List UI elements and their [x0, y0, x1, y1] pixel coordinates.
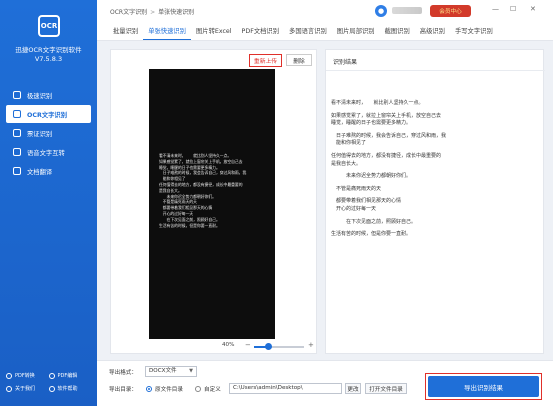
- export-dir-label: 导出目录：: [109, 387, 137, 393]
- app-version: V7.5.8.3: [34, 55, 63, 63]
- result-text-line: 任何值得去的地方，都没有捷径，成长中最重要的: [331, 152, 442, 159]
- pdf-convert-link[interactable]: PDF转换: [6, 372, 49, 379]
- result-text-line: 都要带着我们相见那天的心情: [331, 198, 402, 205]
- info-icon: [6, 385, 12, 392]
- open-folder-button[interactable]: 打开文件目录: [365, 383, 407, 394]
- zoom-out-icon[interactable]: −: [245, 341, 251, 349]
- feature-tabs: 批量识别 单张快速识别 图片转Excel PDF文档识别 多国语言识别 图片局部…: [97, 22, 553, 41]
- sidebar-item-ocr[interactable]: OCR文字识别: [6, 105, 91, 123]
- sidebar-item-voice[interactable]: 语音文字互转: [6, 143, 91, 161]
- minimize-button[interactable]: —: [492, 5, 499, 13]
- ocr-icon: [13, 110, 21, 118]
- breadcrumb-separator: >: [150, 9, 156, 16]
- export-format-value: DOCX文件: [149, 368, 177, 374]
- vip-center-button[interactable]: 会员中心: [430, 5, 471, 17]
- ticket-icon: [13, 129, 21, 137]
- tab-handwriting[interactable]: 手写文字识别: [450, 22, 498, 40]
- tab-advanced[interactable]: 高级识别: [415, 22, 450, 40]
- chevron-down-icon: ▼: [189, 368, 193, 374]
- app-name: 迅捷OCR文字识别软件: [15, 46, 82, 54]
- image-text-line: 生活有苦的时候，但是你要一直耐。: [159, 222, 220, 228]
- export-format-select[interactable]: DOCX文件 ▼: [145, 366, 197, 377]
- username[interactable]: [392, 7, 422, 14]
- tab-partial[interactable]: 图片局部识别: [332, 22, 380, 40]
- tab-batch[interactable]: 批量识别: [108, 22, 143, 40]
- export-path-input[interactable]: C:\Users\admin\Desktop\: [229, 383, 342, 394]
- sidebar-nav: 极速识别 OCR文字识别 票证识别 语音文字互转 文档翻译: [6, 86, 91, 181]
- pdf-edit-icon: [48, 372, 55, 379]
- translate-icon: [13, 167, 21, 175]
- link-label: 软件帮助: [57, 386, 78, 392]
- sidebar: OCR 迅捷OCR文字识别软件 V7.5.8.3 极速识别 OCR文字识别 票证…: [0, 0, 97, 406]
- help-icon: [48, 385, 55, 392]
- breadcrumb: OCR文字识别 > 单张快速识别: [110, 7, 194, 16]
- result-text-line: 看不清未来时， 就比别人坚持久一点。: [331, 100, 424, 106]
- close-button[interactable]: ✕: [530, 5, 536, 13]
- image-preview-panel: 重新上传 删除 看不清未来时， 就比别人坚持久一点。 如果感觉累了，就拉上窗帘关上…: [110, 49, 317, 354]
- result-text-line: 开心的过好每一天: [331, 205, 377, 212]
- delete-button[interactable]: 删除: [286, 54, 312, 66]
- sidebar-item-ticket[interactable]: 票证识别: [6, 124, 91, 142]
- sidebar-item-quick[interactable]: 极速识别: [6, 86, 91, 104]
- pdf-convert-icon: [6, 372, 12, 379]
- result-text-line: 未来你迟全势力都朝好你们。: [331, 173, 412, 180]
- zoom-control: 40% − +: [112, 341, 322, 352]
- result-text-line: 能和你相见了: [331, 140, 367, 147]
- link-label: 关于我们: [15, 386, 36, 392]
- maximize-button[interactable]: ☐: [510, 5, 516, 13]
- tab-screenshot[interactable]: 截图识别: [380, 22, 415, 40]
- uploaded-image: 看不清未来时， 就比别人坚持久一点。 如果感觉累了，就拉上窗帘关上手机，放空自己去…: [149, 69, 275, 339]
- result-text-line: 在下次见面之前，照顾好自己。: [331, 218, 417, 225]
- sidebar-item-label: 语音文字互转: [27, 149, 65, 157]
- lightning-icon: [13, 91, 21, 99]
- change-dir-button[interactable]: 更改: [345, 383, 361, 394]
- result-text-line: 睡觉，睡醒的日子也需要更多精力。: [331, 120, 412, 127]
- export-bar: 导出格式： DOCX文件 ▼ 导出目录： 原文件目录 自定义 C:\Users\a…: [97, 360, 553, 406]
- export-format-label: 导出格式：: [109, 370, 137, 376]
- sidebar-item-translate[interactable]: 文档翻译: [6, 162, 91, 180]
- vip-label: 会员中心: [439, 9, 462, 15]
- result-panel: 识别结果 看不清未来时， 就比别人坚持久一点。 如果感觉累了，就拉上窗帘关上手机，…: [325, 49, 545, 354]
- result-text-line: 是我自长大。: [331, 160, 362, 167]
- tab-pdf[interactable]: PDF文档识别: [237, 22, 284, 40]
- sidebar-item-label: 文档翻译: [27, 168, 53, 176]
- divider: [326, 70, 545, 71]
- export-highlight: 导出识别结果: [425, 373, 542, 400]
- radio-custom-dir[interactable]: [195, 386, 201, 392]
- tab-single-quick[interactable]: 单张快速识别: [143, 22, 191, 40]
- result-text[interactable]: 看不清未来时， 就比别人坚持久一点。 如果感觉累了，就拉上窗帘关上手机，放空自己去…: [331, 100, 541, 239]
- sidebar-item-label: 极速识别: [27, 92, 53, 100]
- logo-text: OCR: [40, 22, 58, 30]
- radio-custom-label: 自定义: [204, 387, 221, 393]
- sidebar-item-label: 票证识别: [27, 130, 53, 138]
- zoom-level: 40%: [222, 342, 235, 348]
- pdf-edit-link[interactable]: PDF编辑: [48, 372, 92, 379]
- link-label: PDF转换: [15, 373, 35, 379]
- result-text-line: 不管是痛死雨天的天: [331, 185, 382, 192]
- sidebar-item-label: OCR文字识别: [27, 111, 68, 119]
- link-label: PDF编辑: [57, 373, 78, 379]
- reupload-button[interactable]: 重新上传: [249, 54, 282, 67]
- result-title: 识别结果: [333, 59, 358, 66]
- radio-original-label: 原文件目录: [155, 387, 183, 393]
- sidebar-bottom-links: PDF转换 PDF编辑 关于我们 软件帮助: [6, 372, 91, 392]
- breadcrumb-current: 单张快速识别: [158, 9, 195, 16]
- help-link[interactable]: 软件帮助: [48, 385, 92, 392]
- user-avatar-icon[interactable]: ●: [375, 5, 387, 17]
- radio-original-dir[interactable]: [146, 386, 152, 392]
- zoom-in-icon[interactable]: +: [308, 341, 314, 349]
- zoom-slider-handle[interactable]: [265, 343, 272, 350]
- zoom-slider[interactable]: [254, 343, 304, 350]
- result-text-line: 生活有苦的时候，但是你要一直耐。: [331, 231, 412, 238]
- tab-image-excel[interactable]: 图片转Excel: [191, 22, 237, 40]
- top-bar: OCR文字识别 > 单张快速识别 ● 会员中心 — ☐ ✕: [97, 0, 553, 22]
- export-results-button[interactable]: 导出识别结果: [428, 376, 539, 397]
- app-logo: OCR: [38, 15, 60, 37]
- about-link[interactable]: 关于我们: [6, 385, 49, 392]
- microphone-icon: [13, 148, 21, 156]
- tab-multilang[interactable]: 多国语言识别: [284, 22, 332, 40]
- breadcrumb-root[interactable]: OCR文字识别: [110, 9, 147, 16]
